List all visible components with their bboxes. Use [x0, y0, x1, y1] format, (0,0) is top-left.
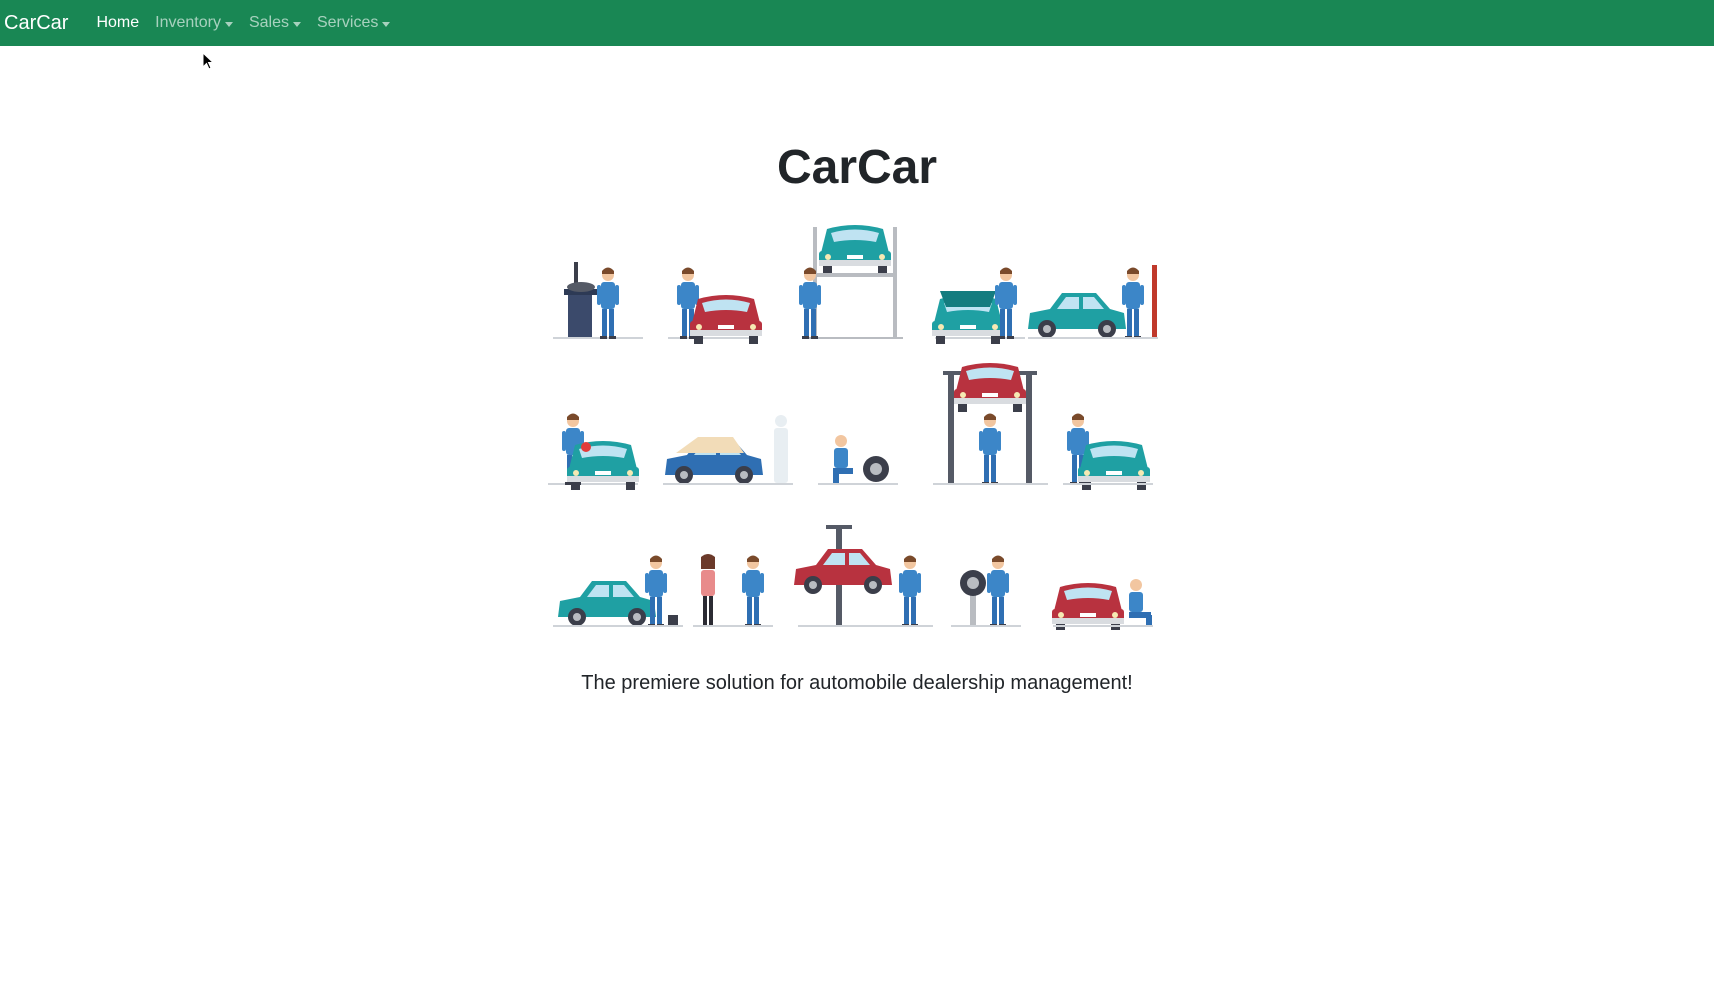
nav-sales-dropdown[interactable]: Sales — [241, 14, 309, 32]
chevron-down-icon — [382, 21, 391, 27]
chevron-down-icon — [224, 21, 233, 27]
nav-inventory-label: Inventory — [155, 14, 221, 31]
brand-link[interactable]: CarCar — [4, 12, 68, 35]
nav-home-label: Home — [96, 14, 140, 31]
nav-services-dropdown[interactable]: Services — [309, 14, 398, 32]
mouse-cursor-icon — [202, 52, 215, 70]
nav-services-label: Services — [316, 14, 379, 31]
chevron-down-icon — [292, 21, 301, 27]
page-title: CarCar — [776, 141, 938, 194]
mechanics-illustration — [548, 225, 1158, 630]
nav-sales-label: Sales — [248, 14, 289, 31]
tagline: The premiere solution for automobile dea… — [581, 672, 1133, 694]
nav-inventory-dropdown[interactable]: Inventory — [147, 14, 241, 32]
top-navbar: CarCar Home Inventory Sales Services — [0, 0, 1714, 46]
nav-home[interactable]: Home — [88, 14, 147, 32]
